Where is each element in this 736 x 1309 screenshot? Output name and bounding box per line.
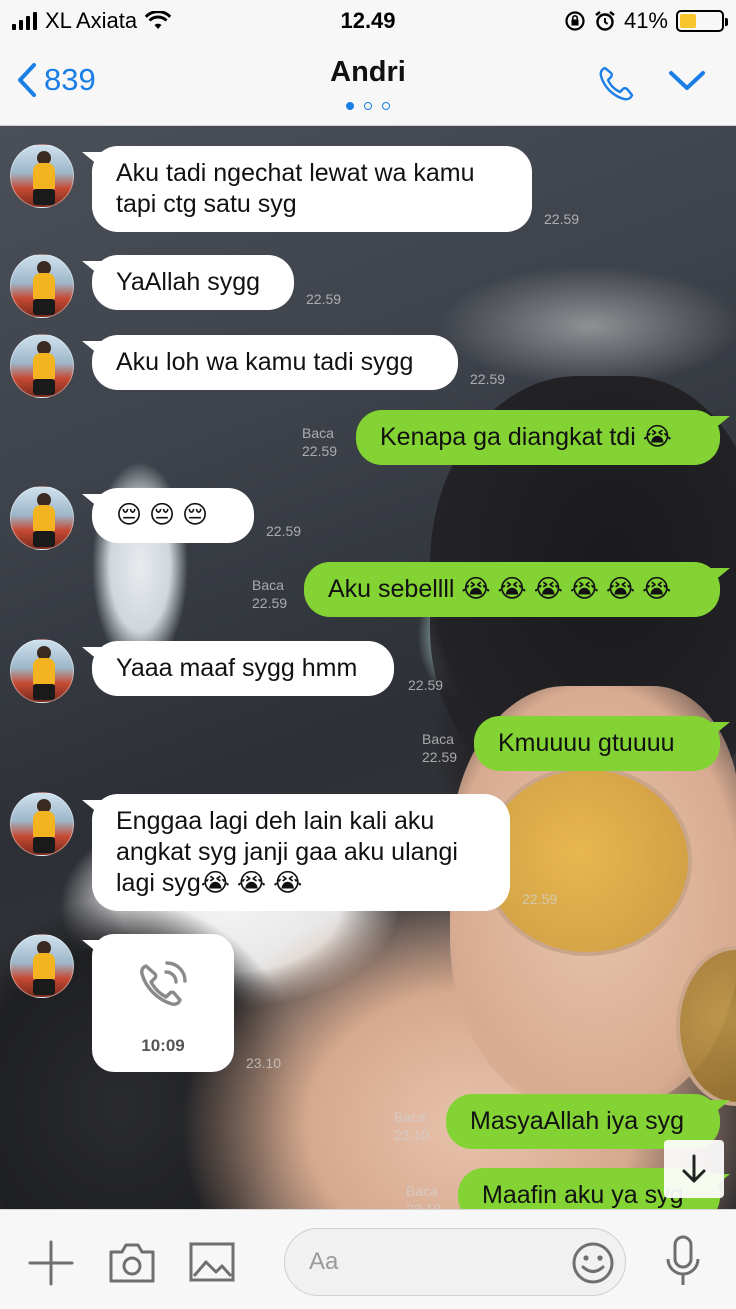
message-time: 23.10: [246, 1055, 282, 1071]
page-dot: [382, 102, 390, 110]
message-text: Aku sebellll 😭 😭 😭 😭 😭 😭: [328, 575, 672, 603]
message-text-line: angkat syg janji gaa aku ulangi: [116, 838, 458, 866]
message-time: 22.59: [252, 595, 288, 611]
message-read-status: Baca 22.59: [252, 576, 287, 612]
message-text-line: Enggaa lagi deh lain kali aku: [116, 807, 435, 835]
message-time: 22.59: [306, 291, 342, 307]
incoming-message[interactable]: 😔 😔 😔: [92, 488, 254, 543]
message-time: 23.10: [406, 1201, 442, 1209]
smiley-icon: [572, 1242, 614, 1284]
incoming-message[interactable]: Aku tadi ngechat lewat wa kamu tapi ctg …: [92, 146, 532, 232]
voice-call-button[interactable]: [596, 64, 636, 109]
incoming-message[interactable]: Enggaa lagi deh lain kali aku angkat syg…: [92, 794, 510, 911]
message-time: 22.59: [302, 443, 338, 459]
incoming-message[interactable]: YaAllah sygg: [92, 255, 294, 310]
incoming-message[interactable]: Aku loh wa kamu tadi sygg: [92, 335, 458, 390]
plus-icon: [28, 1240, 74, 1286]
voice-call-record[interactable]: 10:09: [92, 934, 234, 1072]
read-label: Baca: [422, 731, 454, 747]
battery-percent: 41%: [623, 8, 668, 33]
message-text: Yaaa maaf sygg hmm: [116, 654, 358, 682]
message-text: Aku loh wa kamu tadi sygg: [116, 348, 414, 376]
message-text: Kenapa ga diangkat tdi 😭: [380, 423, 672, 451]
arrow-down-icon: [682, 1154, 706, 1183]
message-read-status: Baca 23.10: [394, 1108, 429, 1144]
message-time: 22.59: [470, 371, 506, 387]
read-label: Baca: [302, 425, 334, 441]
message-text: MasyaAllah iya syg: [470, 1107, 684, 1135]
message-read-status: Baca 22.59: [302, 424, 337, 460]
message-time: 22.59: [544, 211, 580, 227]
message-time: 23.10: [394, 1127, 430, 1143]
message-time: 22.59: [522, 891, 558, 907]
chevron-down-icon: [669, 71, 705, 90]
message-text: 😔 😔 😔: [116, 501, 209, 529]
rotation-lock-icon: [565, 11, 585, 31]
message-input[interactable]: [309, 1247, 559, 1277]
contact-avatar[interactable]: [10, 934, 74, 998]
contact-avatar[interactable]: [10, 334, 74, 398]
message-time: 22.59: [422, 749, 458, 765]
message-text: YaAllah sygg: [116, 268, 261, 296]
message-time: 22.59: [408, 677, 444, 693]
contact-avatar[interactable]: [10, 639, 74, 703]
alarm-icon: [595, 11, 615, 31]
contact-avatar[interactable]: [10, 486, 74, 550]
page-dot: [364, 102, 372, 110]
voice-message-button[interactable]: [664, 1234, 702, 1293]
read-label: Baca: [252, 577, 284, 593]
emoji-button[interactable]: [571, 1241, 615, 1290]
read-label: Baca: [406, 1183, 438, 1199]
contact-avatar[interactable]: [10, 254, 74, 318]
phone-call-icon: [140, 961, 187, 1006]
page-dot: [346, 102, 354, 110]
message-input-bar: [0, 1209, 736, 1309]
background-photo-sunglasses: [482, 766, 692, 956]
read-label: Baca: [394, 1109, 426, 1125]
camera-icon: [109, 1243, 155, 1283]
message-text-line: lagi syg😭 😭 😭: [116, 869, 303, 897]
message-input-container[interactable]: [284, 1228, 626, 1296]
battery-icon: [676, 10, 728, 32]
camera-button[interactable]: [108, 1240, 156, 1289]
message-time: 22.59: [266, 523, 302, 539]
message-read-status: Baca 22.59: [422, 730, 457, 766]
image-icon: [189, 1242, 235, 1282]
add-attachment-button[interactable]: [28, 1240, 74, 1291]
gallery-button[interactable]: [188, 1240, 236, 1289]
outgoing-message[interactable]: Kenapa ga diangkat tdi 😭: [356, 410, 720, 465]
message-read-status: Baca 23.10: [406, 1182, 441, 1209]
chat-header: 839 Andri: [0, 40, 736, 126]
message-text: Kmuuuu gtuuuu: [498, 729, 675, 757]
message-list[interactable]: Aku tadi ngechat lewat wa kamu tapi ctg …: [0, 126, 736, 1209]
scroll-to-bottom-button[interactable]: [664, 1140, 724, 1198]
status-bar: XL Axiata 12.49 41%: [0, 0, 736, 40]
outgoing-message[interactable]: Kmuuuu gtuuuu: [474, 716, 720, 771]
message-text-line: tapi ctg satu syg: [116, 190, 297, 218]
message-text-line: Aku tadi ngechat lewat wa kamu: [116, 159, 475, 187]
incoming-message[interactable]: Yaaa maaf sygg hmm: [92, 641, 394, 696]
contact-avatar[interactable]: [10, 144, 74, 208]
microphone-icon: [666, 1235, 700, 1285]
contact-avatar[interactable]: [10, 792, 74, 856]
phone-icon: [599, 66, 634, 101]
call-duration: 10:09: [141, 1036, 185, 1055]
outgoing-message[interactable]: Aku sebellll 😭 😭 😭 😭 😭 😭: [304, 562, 720, 617]
menu-toggle-button[interactable]: [668, 68, 706, 99]
